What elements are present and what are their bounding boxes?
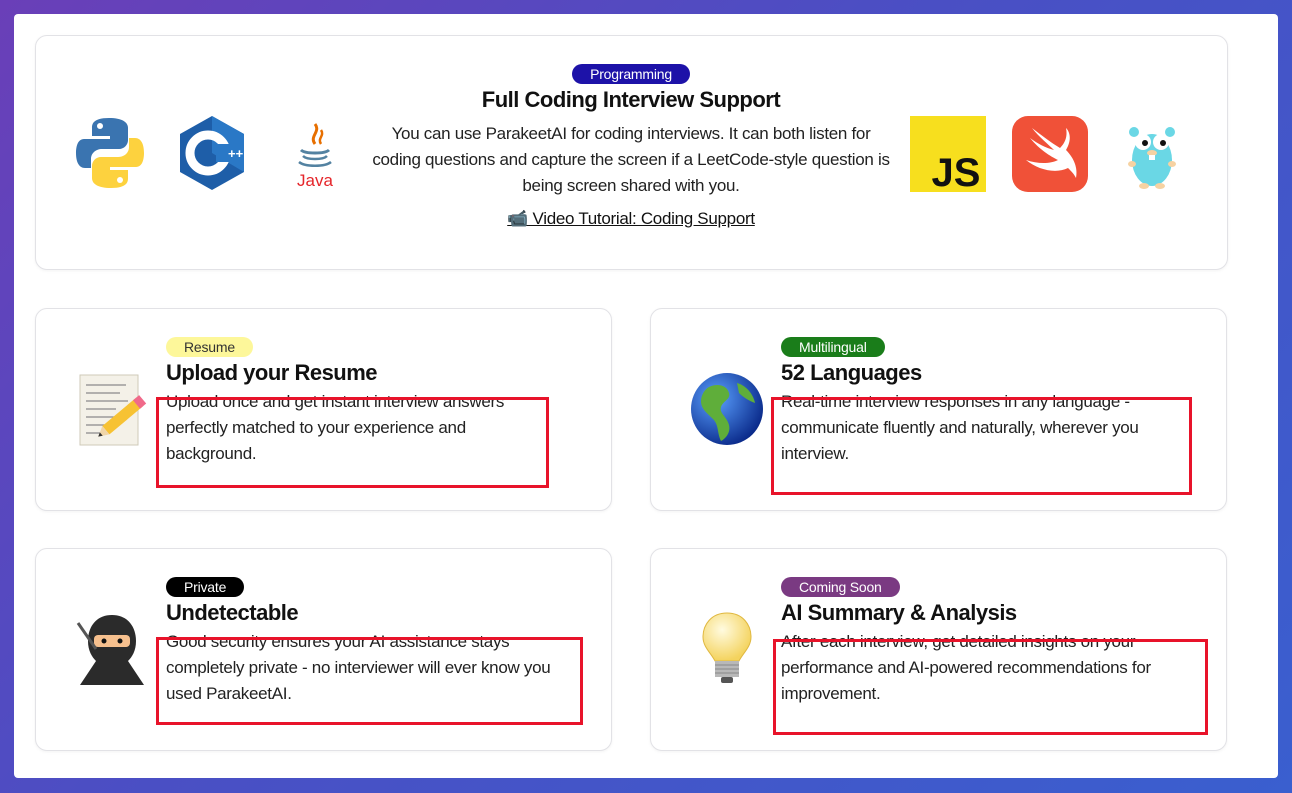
javascript-logo-icon: JS [910,116,986,192]
video-tutorial-link[interactable]: 📹 Video Tutorial: Coding Support [507,209,755,229]
ninja-icon [76,615,144,685]
java-logo-text: Java [297,171,333,190]
feature-title-ai-summary: AI Summary & Analysis [781,600,1017,625]
swift-logo-icon [1012,116,1088,192]
coding-support-description: You can use ParakeetAI for coding interv… [372,124,890,195]
coding-support-content: Programming Full Coding Interview Suppor… [366,64,896,229]
feature-title-languages: 52 Languages [781,360,922,385]
lightbulb-icon [702,612,752,683]
go-gopher-logo-icon [1128,127,1176,189]
resume-badge: Resume [166,337,253,357]
highlight-box-languages [771,397,1192,495]
feature-title-resume: Upload your Resume [166,360,378,385]
coding-support-card: ++ Java Programming Full Coding Intervie… [35,35,1228,270]
feature-card-ai-summary: Coming Soon AI Summary & Analysis After … [650,548,1227,751]
python-logo-icon [76,118,144,188]
private-badge: Private [166,577,245,597]
coming-soon-badge: Coming Soon [781,577,900,597]
memo-pencil-icon [79,374,147,446]
cpp-plus-text: ++ [228,146,244,161]
globe-icon [691,373,763,445]
page-frame: ++ Java Programming Full Coding Intervie… [14,14,1278,778]
highlight-box-ai-summary [773,639,1208,735]
js-logo-text: JS [932,151,981,192]
feature-card-languages: Multilingual 52 Languages Real-time inte… [650,308,1227,511]
java-logo-icon: Java [297,123,333,190]
feature-card-undetectable: Private Undetectable Good security ensur… [35,548,612,751]
coding-support-title: Full Coding Interview Support [481,87,781,112]
multilingual-badge: Multilingual [781,337,885,357]
feature-card-resume: Resume Upload your Resume Upload once an… [35,308,612,511]
cpp-logo-icon: ++ [180,116,244,190]
programming-badge: Programming [572,64,690,84]
feature-title-undetectable: Undetectable [166,600,299,625]
highlight-box-undetectable [156,637,583,725]
highlight-box-resume [156,397,549,488]
